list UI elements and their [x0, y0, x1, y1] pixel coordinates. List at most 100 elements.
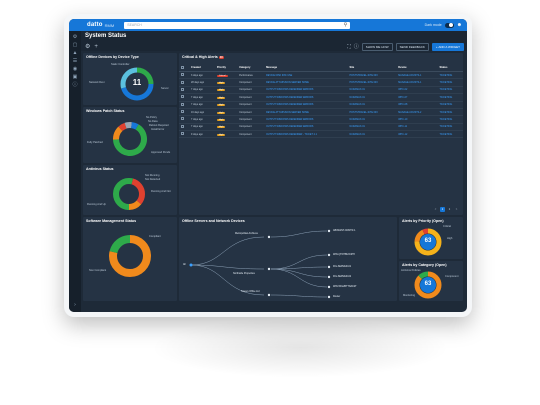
help-circle-icon[interactable]: ⓘ: [354, 43, 359, 50]
gear-icon[interactable]: ⚙: [85, 43, 90, 50]
row-checkbox[interactable]: [181, 87, 184, 91]
row-select-cell[interactable]: [179, 115, 189, 124]
help-icon[interactable]: ⓘ: [69, 81, 81, 89]
row-checkbox[interactable]: [181, 124, 184, 128]
column-header[interactable]: Created: [189, 64, 215, 72]
column-header[interactable]: Category: [237, 64, 265, 72]
table-cell[interactable]: WPC-07: [396, 93, 438, 102]
legend-label: Non Compliant: [89, 269, 107, 272]
table-cell[interactable]: OUTPUT WINDOWS DEFENDER ERRORS: [264, 86, 348, 95]
row-checkbox[interactable]: [181, 95, 184, 99]
table-cell[interactable]: OUTPUT WINDOWS DEFENDER - TICKET 2.1: [264, 130, 348, 139]
row-checkbox[interactable]: [181, 110, 184, 114]
table-row[interactable]: 7 days ago High Component OUTPUT WINDOWS DE…: [179, 115, 463, 124]
table-cell[interactable]: TICKETING: [437, 130, 463, 139]
table-cell[interactable]: NURAMAX-01: [347, 93, 397, 102]
table-cell[interactable]: NURAMAX-01: [347, 86, 397, 95]
sites-icon[interactable]: ◉: [69, 65, 81, 73]
add-icon[interactable]: +: [94, 44, 98, 50]
offline-count: 11: [132, 78, 142, 87]
table-cell[interactable]: DEVICE DISK 90% USE: [264, 71, 348, 80]
row-select-cell[interactable]: [179, 78, 189, 87]
select-all-checkbox[interactable]: [181, 65, 184, 69]
row-checkbox[interactable]: [181, 132, 184, 136]
row-select-cell[interactable]: [179, 123, 189, 132]
search-icon[interactable]: ⚲: [344, 22, 348, 28]
select-all-column[interactable]: [179, 64, 189, 72]
row-select-cell[interactable]: [179, 93, 189, 102]
table-cell[interactable]: TICKETING: [437, 86, 463, 95]
priority-badge: High: [216, 89, 226, 92]
table-row[interactable]: 7 days ago High Component OUTPUT WINDOWS DE…: [179, 86, 463, 95]
table-cell[interactable]: WPC-11: [396, 123, 438, 132]
table-cell[interactable]: TICKETING: [437, 101, 463, 109]
table-cell[interactable]: WPC-10: [396, 115, 438, 124]
column-header[interactable]: Priority: [214, 64, 238, 72]
prev-page-button[interactable]: <: [433, 207, 438, 212]
table-cell[interactable]: OUTPUT WINDOWS DEFENDER ERRORS: [264, 115, 348, 124]
table-cell[interactable]: MANAGE-CRUSTS-2: [396, 108, 438, 117]
table-cell[interactable]: OUTPUT WINDOWS DEFENDER ERRORS: [264, 93, 348, 102]
row-checkbox[interactable]: [181, 102, 184, 106]
table-cell[interactable]: WPC-02: [396, 86, 438, 95]
column-header[interactable]: Message: [264, 64, 348, 72]
row-select-cell[interactable]: [179, 71, 189, 80]
table-row[interactable]: 16 days ago High Component DEVICE ATT-MISSI…: [179, 108, 463, 117]
table-cell[interactable]: TICKETING: [437, 123, 463, 132]
settings-icon[interactable]: ⚙: [69, 33, 81, 41]
table-cell[interactable]: WPC-12: [396, 130, 438, 139]
table-cell: Performance: [237, 71, 265, 80]
table-cell[interactable]: TICKETING: [437, 115, 463, 124]
table-cell[interactable]: TICKETING: [437, 71, 463, 80]
next-page-button[interactable]: >: [454, 207, 459, 212]
row-select-cell[interactable]: [179, 130, 189, 139]
table-row[interactable]: 7 days ago High Component OUTPUT WINDOWS DE…: [179, 101, 463, 109]
row-checkbox[interactable]: [181, 117, 184, 121]
user-icon[interactable]: ☻: [457, 22, 462, 28]
table-cell[interactable]: DEVICE ATT-MISSION-SERVER SOME: [264, 108, 348, 117]
devices-icon[interactable]: ▢: [69, 41, 81, 49]
table-row[interactable]: 28 days ago High Component DEVICE ATT-MISSI…: [179, 78, 463, 87]
column-header[interactable]: Status: [437, 64, 463, 72]
priority-badge: High: [216, 82, 226, 85]
send-feedback-button[interactable]: SEND FEEDBACK: [395, 42, 429, 51]
search-input[interactable]: SEARCH ⚲: [124, 21, 351, 29]
table-cell[interactable]: TICKETING: [437, 78, 463, 87]
column-header[interactable]: Site: [347, 64, 397, 72]
page-2-button[interactable]: 2: [447, 207, 452, 212]
row-select-cell[interactable]: [179, 108, 189, 117]
table-cell[interactable]: DEVICE ATT-MISSION-SERVER SOME: [264, 78, 348, 87]
dark-mode-toggle[interactable]: [444, 22, 454, 28]
column-header[interactable]: Device: [396, 64, 438, 72]
row-checkbox[interactable]: [181, 73, 184, 77]
jobs-icon[interactable]: ▣: [69, 73, 81, 81]
table-cell[interactable]: NURAMAX-01: [347, 101, 397, 109]
table-cell[interactable]: OUTPUT WINDOWS DEFENDER ERRORS: [264, 123, 348, 132]
table-cell[interactable]: HOSTSTRAVEL-SITE 003: [347, 78, 397, 87]
table-row[interactable]: 7 days ago High Component OUTPUT WINDOWS DE…: [179, 123, 463, 132]
table-cell[interactable]: HOSTSTRAVEL-SITE 003: [347, 71, 397, 80]
show-me-how-button[interactable]: SHOW ME HOW: [361, 42, 393, 51]
table-cell[interactable]: NURAMAX-01: [347, 115, 397, 124]
collapse-icon[interactable]: ›: [69, 301, 81, 309]
table-row[interactable]: 7 days ago High Component OUTPUT WINDOWS DE…: [179, 93, 463, 102]
table-row[interactable]: 9 days ago High Component OUTPUT WINDOWS DE…: [179, 130, 463, 139]
reports-icon[interactable]: ☰: [69, 57, 81, 65]
alerts-icon[interactable]: ▲: [69, 49, 81, 57]
row-select-cell[interactable]: [179, 101, 189, 109]
table-cell[interactable]: MANAGE-CRUSTS-1: [396, 71, 438, 80]
page-1-button[interactable]: 1: [440, 207, 445, 212]
fullscreen-icon[interactable]: ⛶: [347, 44, 351, 50]
table-cell[interactable]: NURAMAX-01: [347, 130, 397, 139]
row-select-cell[interactable]: [179, 86, 189, 95]
row-checkbox[interactable]: [181, 80, 184, 84]
table-cell[interactable]: MANAGE-CRUSTS-1: [396, 78, 438, 87]
table-row[interactable]: 3 days ago Critical Performance DEVICE DISK…: [179, 71, 463, 80]
table-cell[interactable]: HOSTSTRAVEL-SITE 003: [347, 108, 397, 117]
table-cell[interactable]: OUTPUT WINDOWS DEFENDER ERRORS: [264, 101, 348, 109]
table-cell[interactable]: WPC-08: [396, 101, 438, 109]
table-cell[interactable]: TICKETING: [437, 93, 463, 102]
table-cell[interactable]: TICKETING: [437, 108, 463, 117]
table-cell[interactable]: NURAMAX-01: [347, 123, 397, 132]
add-widget-button[interactable]: + ADD A WIDGET: [431, 42, 464, 51]
